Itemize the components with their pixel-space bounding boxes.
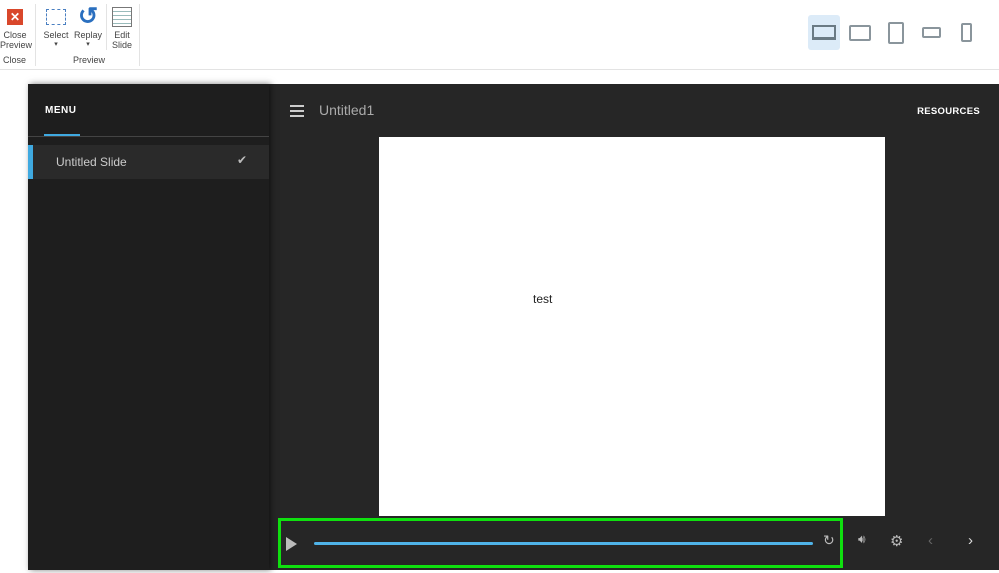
- ribbon: ✕ Close Preview Close Select ▾ ↺ Replay ▾ …: [0, 0, 999, 70]
- edit-slide-icon: [112, 7, 132, 27]
- play-icon[interactable]: [286, 537, 297, 551]
- close-icon: ✕: [7, 9, 23, 25]
- device-phone-landscape-button[interactable]: [915, 15, 947, 50]
- menu-tab[interactable]: MENU: [45, 105, 76, 116]
- next-icon[interactable]: ›: [968, 532, 973, 549]
- player: MENU Untitled Slide ✔ Untitled1 RESOURCE…: [28, 84, 999, 570]
- menu-item-untitled-slide[interactable]: Untitled Slide ✔: [28, 145, 269, 179]
- hamburger-menu-icon[interactable]: [290, 105, 304, 120]
- settings-gear-icon[interactable]: ⚙: [890, 532, 903, 550]
- resources-button[interactable]: RESOURCES: [917, 106, 980, 117]
- previous-icon[interactable]: ‹: [928, 532, 933, 549]
- phone-portrait-icon: [960, 23, 972, 42]
- seekbar[interactable]: [314, 542, 813, 545]
- volume-icon[interactable]: 🔊︎: [858, 532, 866, 547]
- edit-slide-button[interactable]: Edit Slide: [108, 4, 136, 50]
- tablet-portrait-icon: [888, 21, 904, 44]
- slide-text: test: [533, 292, 553, 306]
- close-preview-button[interactable]: ✕ Close Preview: [0, 4, 32, 50]
- tablet-landscape-icon: [849, 24, 871, 41]
- select-button[interactable]: Select ▾: [40, 4, 72, 50]
- select-icon: [46, 9, 66, 25]
- course-title: Untitled1: [319, 102, 375, 118]
- replay-slide-icon[interactable]: ↻: [823, 532, 835, 549]
- replay-button[interactable]: ↺ Replay ▾: [72, 4, 104, 50]
- device-phone-portrait-button[interactable]: [950, 15, 982, 50]
- sidebar: MENU Untitled Slide ✔: [28, 84, 269, 570]
- preview-group-label: Preview: [73, 55, 106, 65]
- device-tablet-landscape-button[interactable]: [844, 15, 876, 50]
- laptop-icon: [812, 25, 836, 40]
- slide-canvas: test: [379, 137, 885, 516]
- close-group-label: Close: [3, 55, 27, 65]
- device-tablet-portrait-button[interactable]: [880, 15, 912, 50]
- replay-icon: ↺: [77, 3, 99, 30]
- phone-landscape-icon: [921, 27, 941, 38]
- device-desktop-button[interactable]: [808, 15, 840, 50]
- checkmark-icon: ✔: [236, 153, 247, 167]
